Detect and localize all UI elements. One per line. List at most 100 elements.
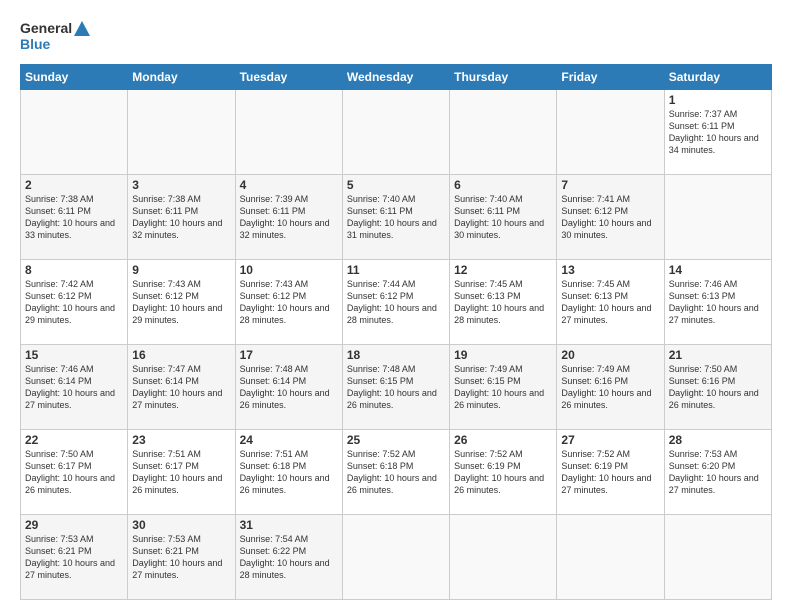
header-monday: Monday bbox=[128, 65, 235, 90]
day-info: Sunrise: 7:50 AM Sunset: 6:17 PM Dayligh… bbox=[25, 448, 123, 497]
day-number: 28 bbox=[669, 433, 767, 447]
day-number: 4 bbox=[240, 178, 338, 192]
day-number: 19 bbox=[454, 348, 552, 362]
day-cell-30: 30 Sunrise: 7:53 AM Sunset: 6:21 PM Dayl… bbox=[128, 515, 235, 600]
day-info: Sunrise: 7:53 AM Sunset: 6:21 PM Dayligh… bbox=[132, 533, 230, 582]
day-info: Sunrise: 7:47 AM Sunset: 6:14 PM Dayligh… bbox=[132, 363, 230, 412]
day-info: Sunrise: 7:54 AM Sunset: 6:22 PM Dayligh… bbox=[240, 533, 338, 582]
day-cell-12: 12 Sunrise: 7:45 AM Sunset: 6:13 PM Dayl… bbox=[450, 260, 557, 345]
day-number: 18 bbox=[347, 348, 445, 362]
empty-cell bbox=[342, 90, 449, 175]
svg-text:Blue: Blue bbox=[20, 36, 51, 52]
day-cell-6: 6 Sunrise: 7:40 AM Sunset: 6:11 PM Dayli… bbox=[450, 175, 557, 260]
empty-cell bbox=[235, 90, 342, 175]
day-info: Sunrise: 7:44 AM Sunset: 6:12 PM Dayligh… bbox=[347, 278, 445, 327]
day-number: 20 bbox=[561, 348, 659, 362]
day-cell-3: 3 Sunrise: 7:38 AM Sunset: 6:11 PM Dayli… bbox=[128, 175, 235, 260]
day-info: Sunrise: 7:46 AM Sunset: 6:14 PM Dayligh… bbox=[25, 363, 123, 412]
day-number: 2 bbox=[25, 178, 123, 192]
day-number: 29 bbox=[25, 518, 123, 532]
day-cell-24: 24 Sunrise: 7:51 AM Sunset: 6:18 PM Dayl… bbox=[235, 430, 342, 515]
day-info: Sunrise: 7:43 AM Sunset: 6:12 PM Dayligh… bbox=[240, 278, 338, 327]
day-number: 16 bbox=[132, 348, 230, 362]
calendar-header-row: SundayMondayTuesdayWednesdayThursdayFrid… bbox=[21, 65, 772, 90]
day-number: 10 bbox=[240, 263, 338, 277]
day-info: Sunrise: 7:52 AM Sunset: 6:18 PM Dayligh… bbox=[347, 448, 445, 497]
day-cell-11: 11 Sunrise: 7:44 AM Sunset: 6:12 PM Dayl… bbox=[342, 260, 449, 345]
day-cell-20: 20 Sunrise: 7:49 AM Sunset: 6:16 PM Dayl… bbox=[557, 345, 664, 430]
day-cell-4: 4 Sunrise: 7:39 AM Sunset: 6:11 PM Dayli… bbox=[235, 175, 342, 260]
day-info: Sunrise: 7:53 AM Sunset: 6:21 PM Dayligh… bbox=[25, 533, 123, 582]
day-number: 25 bbox=[347, 433, 445, 447]
day-cell-25: 25 Sunrise: 7:52 AM Sunset: 6:18 PM Dayl… bbox=[342, 430, 449, 515]
week-row-1: 2 Sunrise: 7:38 AM Sunset: 6:11 PM Dayli… bbox=[21, 175, 772, 260]
day-info: Sunrise: 7:50 AM Sunset: 6:16 PM Dayligh… bbox=[669, 363, 767, 412]
day-cell-15: 15 Sunrise: 7:46 AM Sunset: 6:14 PM Dayl… bbox=[21, 345, 128, 430]
empty-cell bbox=[128, 90, 235, 175]
week-row-2: 8 Sunrise: 7:42 AM Sunset: 6:12 PM Dayli… bbox=[21, 260, 772, 345]
day-info: Sunrise: 7:45 AM Sunset: 6:13 PM Dayligh… bbox=[561, 278, 659, 327]
day-number: 21 bbox=[669, 348, 767, 362]
day-number: 31 bbox=[240, 518, 338, 532]
day-cell-8: 8 Sunrise: 7:42 AM Sunset: 6:12 PM Dayli… bbox=[21, 260, 128, 345]
day-info: Sunrise: 7:43 AM Sunset: 6:12 PM Dayligh… bbox=[132, 278, 230, 327]
day-info: Sunrise: 7:46 AM Sunset: 6:13 PM Dayligh… bbox=[669, 278, 767, 327]
day-info: Sunrise: 7:52 AM Sunset: 6:19 PM Dayligh… bbox=[561, 448, 659, 497]
calendar-body: 1 Sunrise: 7:37 AM Sunset: 6:11 PM Dayli… bbox=[21, 90, 772, 600]
week-row-3: 15 Sunrise: 7:46 AM Sunset: 6:14 PM Dayl… bbox=[21, 345, 772, 430]
day-cell-28: 28 Sunrise: 7:53 AM Sunset: 6:20 PM Dayl… bbox=[664, 430, 771, 515]
day-cell-16: 16 Sunrise: 7:47 AM Sunset: 6:14 PM Dayl… bbox=[128, 345, 235, 430]
day-cell-14: 14 Sunrise: 7:46 AM Sunset: 6:13 PM Dayl… bbox=[664, 260, 771, 345]
day-number: 8 bbox=[25, 263, 123, 277]
day-info: Sunrise: 7:48 AM Sunset: 6:14 PM Dayligh… bbox=[240, 363, 338, 412]
empty-cell bbox=[342, 515, 449, 600]
day-cell-31: 31 Sunrise: 7:54 AM Sunset: 6:22 PM Dayl… bbox=[235, 515, 342, 600]
day-cell-21: 21 Sunrise: 7:50 AM Sunset: 6:16 PM Dayl… bbox=[664, 345, 771, 430]
logo-svg: General Blue bbox=[20, 16, 90, 56]
day-info: Sunrise: 7:52 AM Sunset: 6:19 PM Dayligh… bbox=[454, 448, 552, 497]
day-info: Sunrise: 7:42 AM Sunset: 6:12 PM Dayligh… bbox=[25, 278, 123, 327]
header-thursday: Thursday bbox=[450, 65, 557, 90]
day-cell-5: 5 Sunrise: 7:40 AM Sunset: 6:11 PM Dayli… bbox=[342, 175, 449, 260]
day-cell-29: 29 Sunrise: 7:53 AM Sunset: 6:21 PM Dayl… bbox=[21, 515, 128, 600]
empty-cell bbox=[450, 515, 557, 600]
header-saturday: Saturday bbox=[664, 65, 771, 90]
day-cell-26: 26 Sunrise: 7:52 AM Sunset: 6:19 PM Dayl… bbox=[450, 430, 557, 515]
header-wednesday: Wednesday bbox=[342, 65, 449, 90]
day-cell-7: 7 Sunrise: 7:41 AM Sunset: 6:12 PM Dayli… bbox=[557, 175, 664, 260]
day-number: 7 bbox=[561, 178, 659, 192]
day-info: Sunrise: 7:38 AM Sunset: 6:11 PM Dayligh… bbox=[132, 193, 230, 242]
empty-cell bbox=[21, 90, 128, 175]
day-number: 22 bbox=[25, 433, 123, 447]
day-info: Sunrise: 7:40 AM Sunset: 6:11 PM Dayligh… bbox=[347, 193, 445, 242]
day-info: Sunrise: 7:48 AM Sunset: 6:15 PM Dayligh… bbox=[347, 363, 445, 412]
day-number: 26 bbox=[454, 433, 552, 447]
day-number: 5 bbox=[347, 178, 445, 192]
day-cell-22: 22 Sunrise: 7:50 AM Sunset: 6:17 PM Dayl… bbox=[21, 430, 128, 515]
day-cell-13: 13 Sunrise: 7:45 AM Sunset: 6:13 PM Dayl… bbox=[557, 260, 664, 345]
day-cell-19: 19 Sunrise: 7:49 AM Sunset: 6:15 PM Dayl… bbox=[450, 345, 557, 430]
day-info: Sunrise: 7:37 AM Sunset: 6:11 PM Dayligh… bbox=[669, 108, 767, 157]
day-number: 1 bbox=[669, 93, 767, 107]
calendar-table: SundayMondayTuesdayWednesdayThursdayFrid… bbox=[20, 64, 772, 600]
day-number: 12 bbox=[454, 263, 552, 277]
day-cell-18: 18 Sunrise: 7:48 AM Sunset: 6:15 PM Dayl… bbox=[342, 345, 449, 430]
day-cell-27: 27 Sunrise: 7:52 AM Sunset: 6:19 PM Dayl… bbox=[557, 430, 664, 515]
day-number: 14 bbox=[669, 263, 767, 277]
day-info: Sunrise: 7:53 AM Sunset: 6:20 PM Dayligh… bbox=[669, 448, 767, 497]
day-number: 13 bbox=[561, 263, 659, 277]
day-info: Sunrise: 7:40 AM Sunset: 6:11 PM Dayligh… bbox=[454, 193, 552, 242]
day-number: 15 bbox=[25, 348, 123, 362]
day-number: 30 bbox=[132, 518, 230, 532]
day-info: Sunrise: 7:39 AM Sunset: 6:11 PM Dayligh… bbox=[240, 193, 338, 242]
day-cell-1: 1 Sunrise: 7:37 AM Sunset: 6:11 PM Dayli… bbox=[664, 90, 771, 175]
day-info: Sunrise: 7:49 AM Sunset: 6:16 PM Dayligh… bbox=[561, 363, 659, 412]
day-cell-10: 10 Sunrise: 7:43 AM Sunset: 6:12 PM Dayl… bbox=[235, 260, 342, 345]
empty-cell bbox=[557, 90, 664, 175]
empty-cell bbox=[664, 515, 771, 600]
header: General Blue bbox=[20, 16, 772, 56]
empty-cell bbox=[557, 515, 664, 600]
day-number: 24 bbox=[240, 433, 338, 447]
svg-text:General: General bbox=[20, 20, 72, 36]
empty-cell bbox=[450, 90, 557, 175]
